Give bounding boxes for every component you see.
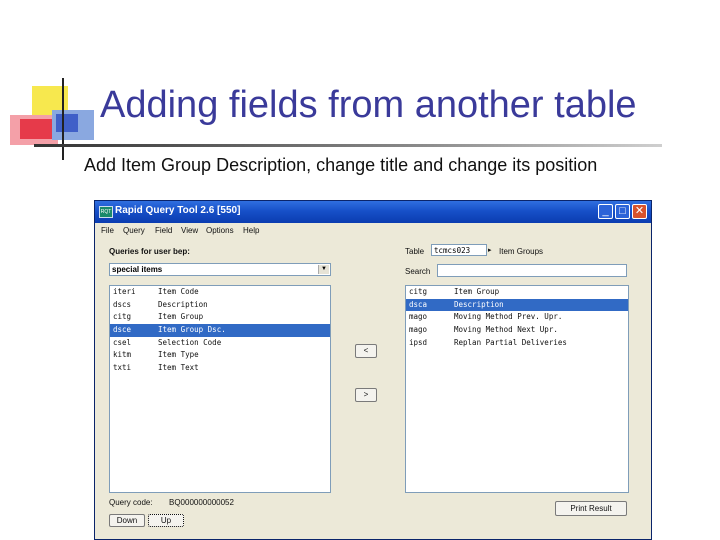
field-code: dsca — [409, 299, 428, 309]
field-name: Moving Method Next Upr. — [454, 325, 558, 335]
field-code: dscs — [113, 299, 132, 309]
field-name: Moving Method Prev. Upr. — [454, 312, 563, 322]
field-name: Selection Code — [158, 337, 222, 347]
field-name: Item Type — [158, 350, 199, 360]
field-name: Description — [454, 299, 504, 309]
slide-title: Adding fields from another table — [100, 84, 637, 126]
menu-bar: File Query Field View Options Help — [95, 223, 651, 239]
table-field-row[interactable]: citg Item Group — [406, 286, 628, 299]
print-result-button[interactable]: Print Result — [555, 501, 627, 516]
field-name: Item Text — [158, 363, 199, 373]
maximize-button[interactable]: □ — [615, 204, 630, 219]
field-code: ipsd — [409, 337, 428, 347]
decor-blue-square — [52, 110, 94, 140]
search-label: Search — [405, 267, 431, 276]
menu-query[interactable]: Query — [123, 226, 145, 235]
field-code: citg — [409, 287, 428, 296]
queries-label: Queries for user bep: — [109, 247, 190, 256]
menu-view[interactable]: View — [181, 226, 198, 235]
app-icon: RQT — [99, 206, 113, 218]
query-select-value: special items — [112, 265, 163, 274]
menu-help[interactable]: Help — [243, 226, 259, 235]
decor-vertical-line — [62, 78, 64, 160]
query-field-row[interactable]: iteri Item Code — [110, 286, 330, 299]
table-arrow-icon[interactable]: ▸ — [488, 246, 492, 254]
query-field-row[interactable]: csel Selection Code — [110, 337, 330, 350]
slide-subtitle: Add Item Group Description, change title… — [84, 155, 598, 175]
menu-field[interactable]: Field — [155, 226, 172, 235]
query-field-row[interactable]: kitm Item Type — [110, 349, 330, 362]
close-button[interactable]: ✕ — [632, 204, 647, 219]
chevron-down-icon[interactable]: ▼ — [318, 265, 329, 274]
table-fields-list[interactable]: citg Item Group dsca Description mago Moving … — [405, 285, 629, 493]
field-code: iteri — [113, 287, 136, 296]
field-code: csel — [113, 337, 132, 347]
decor-red-square — [10, 115, 58, 145]
window-title: Rapid Query Tool 2.6 [550] — [115, 205, 241, 216]
query-field-row[interactable]: dsce Item Group Dsc. — [110, 324, 330, 337]
table-field-row[interactable]: ipsd Replan Partial Deliveries — [406, 337, 628, 350]
field-name: Description — [158, 299, 208, 309]
table-description: Item Groups — [499, 247, 544, 256]
field-name: Item Group — [158, 312, 204, 322]
field-name: Replan Partial Deliveries — [454, 337, 567, 347]
add-field-button[interactable]: > — [355, 388, 377, 402]
field-code: kitm — [113, 350, 132, 360]
query-field-row[interactable]: txti Item Text — [110, 362, 330, 375]
window-titlebar[interactable]: RQT Rapid Query Tool 2.6 [550] _ □ ✕ — [95, 201, 651, 223]
field-code: citg — [113, 312, 132, 322]
query-code-value: BQ000000000052 — [169, 498, 234, 507]
table-field-row[interactable]: mago Moving Method Prev. Upr. — [406, 311, 628, 324]
query-select[interactable]: special items ▼ — [109, 263, 331, 276]
title-underline — [34, 144, 662, 147]
field-code: mago — [409, 312, 428, 322]
minimize-button[interactable]: _ — [598, 204, 613, 219]
menu-options[interactable]: Options — [206, 226, 234, 235]
query-tool-window: RQT Rapid Query Tool 2.6 [550] _ □ ✕ Fil… — [94, 200, 652, 540]
table-input[interactable]: tcmcs023 — [431, 244, 487, 256]
remove-field-button[interactable]: < — [355, 344, 377, 358]
table-field-row[interactable]: mago Moving Method Next Upr. — [406, 324, 628, 337]
query-field-row[interactable]: citg Item Group — [110, 311, 330, 324]
search-input[interactable] — [437, 264, 627, 277]
table-field-row[interactable]: dsca Description — [406, 298, 628, 312]
field-code: dsce — [113, 325, 132, 335]
query-field-row[interactable]: dscs Description — [110, 299, 330, 312]
table-label: Table — [405, 247, 425, 256]
menu-file[interactable]: File — [101, 226, 114, 235]
query-fields-list[interactable]: iteri Item Code dscs Description citg Item Gr… — [109, 285, 331, 493]
field-code: mago — [409, 325, 428, 335]
down-button[interactable]: Down — [109, 514, 145, 527]
up-button[interactable]: Up — [148, 514, 184, 527]
field-name: Item Group Dsc. — [158, 325, 226, 335]
field-name: Item Group — [454, 287, 500, 296]
field-code: txti — [113, 363, 132, 373]
field-name: Item Code — [158, 287, 199, 296]
query-code-label: Query code: — [109, 498, 153, 507]
